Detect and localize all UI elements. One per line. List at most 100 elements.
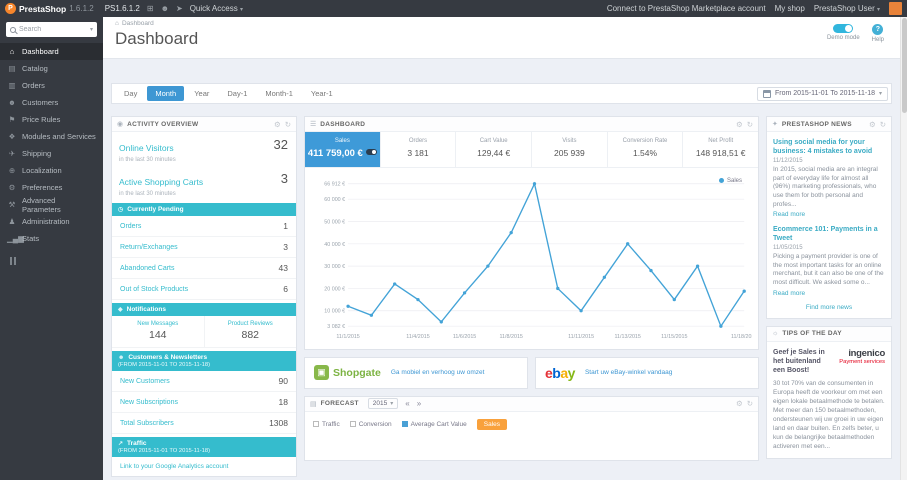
sidebar-item-price-rules[interactable]: ⚑ Price Rules bbox=[0, 111, 103, 128]
pending-returns-link[interactable]: Return/Exchanges bbox=[120, 244, 178, 251]
product-reviews-link[interactable]: Product Reviews bbox=[207, 321, 295, 327]
forecast-sales-toggle[interactable]: Sales bbox=[476, 418, 507, 430]
forecast-prev-button[interactable]: « bbox=[405, 399, 409, 408]
conversion-checkbox[interactable] bbox=[349, 421, 356, 428]
sidebar-search[interactable]: ▾ bbox=[6, 22, 97, 37]
range-month-button[interactable]: Month bbox=[147, 86, 185, 101]
user-avatar[interactable] bbox=[889, 2, 902, 15]
avg-cart-checkbox[interactable] bbox=[401, 421, 408, 428]
sidebar-item-modules[interactable]: ❖ Modules and Services bbox=[0, 128, 103, 145]
news-article-title[interactable]: Using social media for your business: 4 … bbox=[773, 138, 885, 156]
activity-icon: ◉ bbox=[117, 121, 124, 128]
kpi-orders[interactable]: Orders 3 181 bbox=[381, 132, 457, 167]
sidebar-item-advanced-parameters[interactable]: ⚒ Advanced Parameters bbox=[0, 195, 103, 214]
demo-mode-toggle[interactable] bbox=[833, 24, 854, 33]
kpi-cart-value[interactable]: Cart Value 129,44 € bbox=[456, 132, 533, 167]
forecast-traffic-toggle[interactable]: Traffic bbox=[313, 421, 340, 428]
active-carts-subtitle: in the last 30 minutes bbox=[119, 191, 176, 197]
kpi-visits[interactable]: Visits 205 939 bbox=[532, 132, 608, 167]
kpi-conversion-rate[interactable]: Conversion Rate 1.54% bbox=[608, 132, 684, 167]
product-reviews-cell[interactable]: Product Reviews 882 bbox=[203, 316, 297, 347]
shop-name-menu[interactable]: PS1.6.1.2 bbox=[105, 4, 140, 13]
google-analytics-link[interactable]: Link to your Google Analytics account bbox=[112, 457, 296, 476]
panel-refresh-icon[interactable]: ↻ bbox=[880, 120, 886, 129]
quick-access-menu[interactable]: Quick Access ▾ bbox=[190, 4, 243, 13]
find-more-news-link[interactable]: Find more news bbox=[773, 304, 885, 311]
sidebar-item-catalog[interactable]: ▤ Catalog bbox=[0, 60, 103, 77]
topbar-right: Connect to PrestaShop Marketplace accoun… bbox=[607, 2, 902, 15]
forecast-next-button[interactable]: » bbox=[417, 399, 421, 408]
shopgate-link[interactable]: Ga mobiel en verhoog uw omzet bbox=[391, 369, 485, 376]
forecast-avg-cart-toggle[interactable]: Average Cart Value bbox=[401, 421, 467, 428]
sidebar-item-localization[interactable]: ⊕ Localization bbox=[0, 162, 103, 179]
kpi-sales-toggle[interactable] bbox=[365, 149, 377, 155]
svg-text:40 000 €: 40 000 € bbox=[324, 242, 345, 248]
online-visitors-link[interactable]: Online Visitors bbox=[119, 143, 174, 153]
date-range-label: From 2015-11-01 To 2015-11-18 bbox=[774, 90, 875, 97]
forecast-year-select[interactable]: 2015 ▾ bbox=[367, 398, 399, 410]
search-input[interactable] bbox=[19, 26, 87, 33]
my-shop-link[interactable]: My shop bbox=[775, 4, 805, 13]
forecast-conversion-toggle[interactable]: Conversion bbox=[349, 421, 392, 428]
search-scope-caret-icon[interactable]: ▾ bbox=[90, 26, 93, 33]
pending-orders-link[interactable]: Orders bbox=[120, 223, 141, 230]
user-menu[interactable]: PrestaShop User ▾ bbox=[814, 4, 880, 13]
sidebar-item-stats[interactable]: ▁▄▆ Stats bbox=[0, 230, 103, 247]
new-messages-cell[interactable]: New Messages 144 bbox=[112, 316, 204, 347]
range-month-1-button[interactable]: Month-1 bbox=[257, 86, 301, 101]
sidebar-item-orders[interactable]: ▥ Orders bbox=[0, 77, 103, 94]
launch-icon[interactable]: ➤ bbox=[176, 4, 183, 13]
range-day-1-button[interactable]: Day-1 bbox=[219, 86, 255, 101]
bulb-icon: ☼ bbox=[772, 330, 779, 338]
traffic-checkbox[interactable] bbox=[313, 421, 319, 428]
range-day-button[interactable]: Day bbox=[116, 86, 145, 101]
profile-icon[interactable]: ☻ bbox=[161, 4, 169, 13]
new-messages-link[interactable]: New Messages bbox=[114, 321, 202, 327]
sidebar-item-administration[interactable]: ♟ Administration bbox=[0, 213, 103, 230]
marketplace-link[interactable]: Connect to PrestaShop Marketplace accoun… bbox=[607, 4, 766, 13]
read-more-link[interactable]: Read more bbox=[773, 290, 885, 297]
page-scrollbar[interactable] bbox=[900, 17, 907, 480]
panel-refresh-icon[interactable]: ↻ bbox=[747, 120, 753, 129]
range-year-button[interactable]: Year bbox=[186, 86, 217, 101]
collapse-menu-button[interactable] bbox=[10, 257, 103, 265]
sidebar-item-label: Advanced Parameters bbox=[22, 195, 61, 214]
cart-icon[interactable]: ⊞ bbox=[147, 4, 154, 13]
localization-icon: ⊕ bbox=[8, 166, 16, 175]
read-more-link[interactable]: Read more bbox=[773, 211, 885, 218]
panel-refresh-icon[interactable]: ↻ bbox=[285, 120, 291, 129]
new-customers-link[interactable]: New Customers bbox=[120, 378, 170, 385]
panel-settings-icon[interactable]: ⚙ bbox=[736, 120, 743, 129]
ebay-link[interactable]: Start uw eBay-winkel vandaag bbox=[585, 369, 672, 376]
panel-refresh-icon[interactable]: ↻ bbox=[747, 399, 753, 408]
sidebar-item-dashboard[interactable]: ⌂ Dashboard bbox=[0, 43, 103, 60]
prestashop-logo[interactable]: P PrestaShop 1.6.1.2 bbox=[5, 3, 94, 14]
sidebar-item-label: Preferences bbox=[22, 183, 63, 192]
tip-text: 30 tot 70% van de consumenten in Europa … bbox=[773, 379, 885, 450]
date-range-picker[interactable]: From 2015-11-01 To 2015-11-18 ▾ bbox=[756, 86, 888, 101]
panel-settings-icon[interactable]: ⚙ bbox=[869, 120, 876, 129]
new-subscriptions-link[interactable]: New Subscriptions bbox=[120, 399, 178, 406]
activity-panel-title: ACTIVITY OVERVIEW bbox=[127, 120, 199, 128]
total-subscribers-link[interactable]: Total Subscribers bbox=[120, 420, 174, 427]
kpi-label: Sales bbox=[334, 138, 350, 144]
middle-column: ☰ DASHBOARD ⚙ ↻ Sales 411 759,00 € Order… bbox=[304, 116, 759, 461]
sidebar-item-customers[interactable]: ☻ Customers bbox=[0, 94, 103, 111]
range-year-1-button[interactable]: Year-1 bbox=[303, 86, 341, 101]
sidebar-item-preferences[interactable]: ⚙ Preferences bbox=[0, 179, 103, 196]
panel-settings-icon[interactable]: ⚙ bbox=[274, 120, 281, 129]
kpi-value: 148 918,51 € bbox=[695, 148, 746, 158]
out-of-stock-link[interactable]: Out of Stock Products bbox=[120, 286, 188, 293]
news-article-title[interactable]: Ecommerce 101: Payments in a Tweet bbox=[773, 225, 885, 243]
activity-overview-panel: ◉ ACTIVITY OVERVIEW ⚙ ↻ Online Visitors … bbox=[111, 116, 297, 477]
kpi-net-profit[interactable]: Net Profit 148 918,51 € bbox=[683, 132, 758, 167]
total-subscribers-value: 1308 bbox=[269, 418, 288, 428]
scrollbar-thumb[interactable] bbox=[902, 18, 907, 113]
help-icon[interactable]: ? bbox=[872, 24, 884, 35]
abandoned-carts-link[interactable]: Abandoned Carts bbox=[120, 265, 174, 272]
ebay-letter: a bbox=[560, 364, 568, 381]
active-carts-link[interactable]: Active Shopping Carts bbox=[119, 177, 203, 187]
panel-settings-icon[interactable]: ⚙ bbox=[736, 399, 743, 408]
kpi-sales[interactable]: Sales 411 759,00 € bbox=[305, 132, 381, 167]
sidebar-item-shipping[interactable]: ✈ Shipping bbox=[0, 145, 103, 162]
